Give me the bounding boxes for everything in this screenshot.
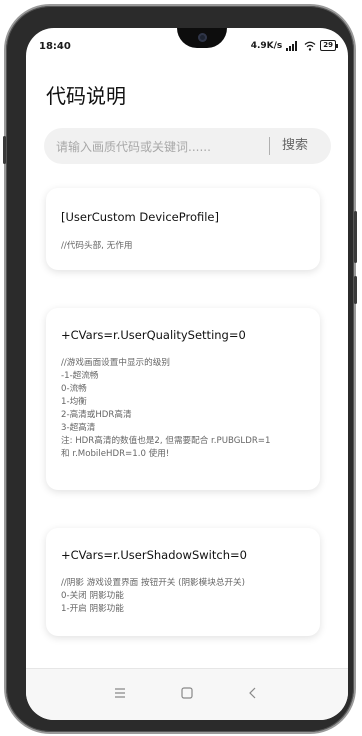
navigation-bar [26,668,348,720]
search-bar: 搜索 [44,128,331,166]
search-divider [269,137,270,155]
card-line: 1-均衡 [61,397,87,407]
search-input[interactable] [54,128,263,166]
card-description: //代码头部, 无作用 [61,240,132,253]
code-card[interactable]: +CVars=r.UserShadowSwitch=0 //阴影 游戏设置界面 … [46,528,320,636]
screen: 18:40 4.9K/s 29 代码说明 请输入画质代码或关键词...... 搜… [26,28,348,720]
home-icon[interactable] [177,683,197,703]
status-indicators: 4.9K/s 29 [250,40,338,51]
phone-side-button [354,211,357,263]
card-line: 1-开启 阴影功能 [61,604,124,614]
network-speed: 4.9K/s [250,40,283,51]
page-title: 代码说明 [46,84,126,108]
status-bar: 18:40 4.9K/s 29 [26,28,348,56]
card-line: 2-高清或HDR高清 [61,410,132,420]
card-line: 和 r.MobileHDR=1.0 使用! [61,449,170,459]
code-card[interactable]: [UserCustom DeviceProfile] //代码头部, 无作用 [46,188,320,270]
card-line: //代码头部, 无作用 [61,241,133,251]
battery-level: 29 [323,41,333,49]
card-line: //游戏画面设置中显示的级别 [61,358,170,368]
signal-icon [286,40,298,51]
card-description: //游戏画面设置中显示的级别 -1-超流畅 0-流畅 1-均衡 2-高清或HDR… [61,357,270,461]
card-line: 0-流畅 [61,384,87,394]
phone-side-button [3,136,6,164]
menu-icon[interactable] [110,683,130,703]
battery-icon: 29 [320,40,338,51]
card-line: -1-超流畅 [61,371,99,381]
phone-side-button [354,276,357,304]
card-line: 注: HDR高清的数值也是2, 但需要配合 r.PUBGLDR=1 [61,436,271,446]
code-card[interactable]: +CVars=r.UserQualitySetting=0 //游戏画面设置中显… [46,308,320,490]
wifi-icon [304,41,316,51]
status-time: 18:40 [39,41,71,52]
card-title: +CVars=r.UserShadowSwitch=0 [61,548,247,562]
back-icon[interactable] [243,683,263,703]
card-title: [UserCustom DeviceProfile] [61,210,219,224]
search-button[interactable]: 搜索 [282,128,308,164]
card-line: 3-超高清 [61,423,96,433]
card-line: //阴影 游戏设置界面 按钮开关 (阴影模块总开关) [61,578,245,588]
phone-frame: 18:40 4.9K/s 29 代码说明 请输入画质代码或关键词...... 搜… [3,6,357,732]
card-title: +CVars=r.UserQualitySetting=0 [61,328,246,342]
card-line: 0-关闭 阴影功能 [61,591,124,601]
card-description: //阴影 游戏设置界面 按钮开关 (阴影模块总开关) 0-关闭 阴影功能 1-开… [61,577,245,616]
